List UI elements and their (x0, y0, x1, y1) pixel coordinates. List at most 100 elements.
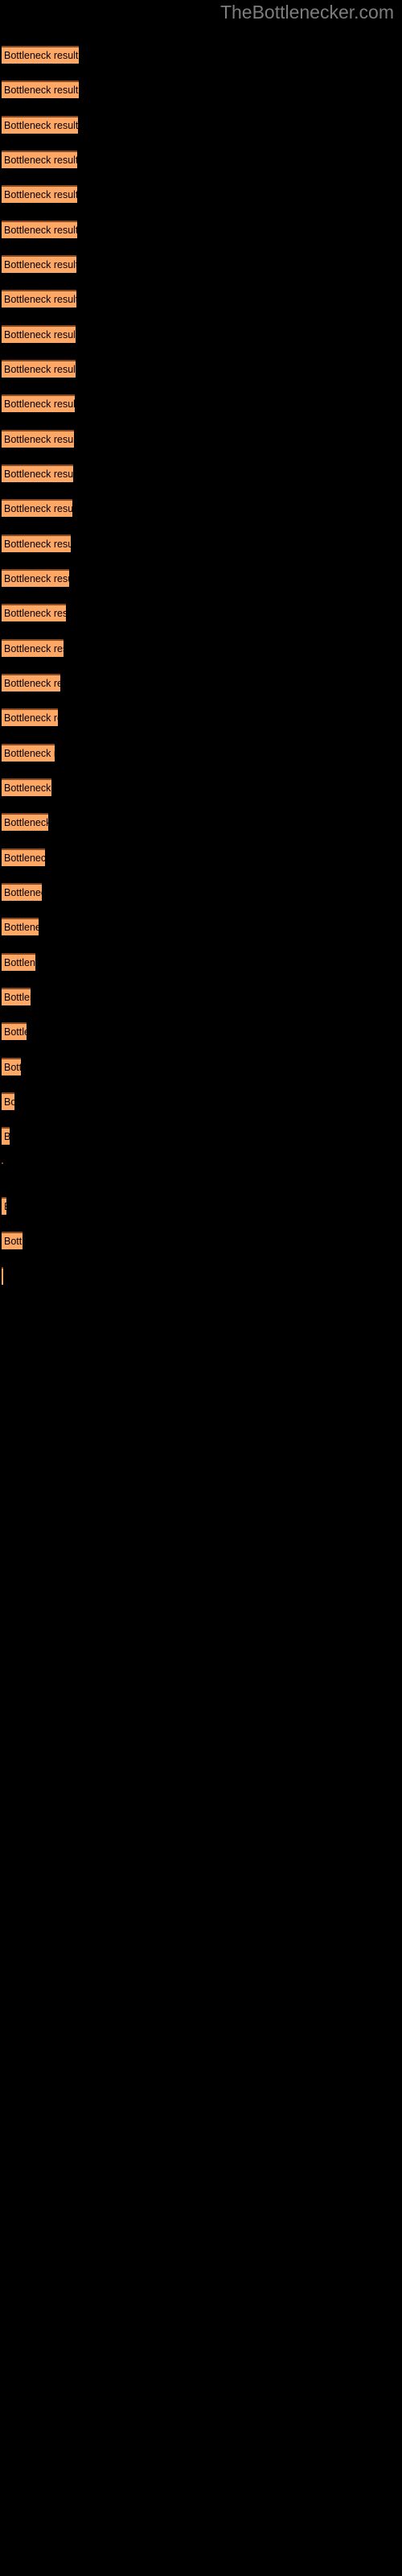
bar-label: Bottleneck result (4, 748, 55, 759)
bar-row: Bottleneck result (2, 883, 402, 901)
bar[interactable]: Bottleneck result (2, 883, 42, 901)
bar-label: Bottleneck result (4, 1236, 23, 1247)
bar-label: Bottleneck result (4, 1096, 14, 1108)
bar-label: Bottleneck result (4, 887, 42, 898)
bar[interactable]: Bottleneck result (2, 360, 76, 378)
bar[interactable]: Bottleneck result (2, 953, 35, 971)
bar[interactable]: Bottleneck result (2, 1092, 14, 1110)
bar-label: Bottleneck result (4, 992, 31, 1003)
bar-row: Bottleneck result (2, 80, 402, 98)
bar-row: Bottleneck result (2, 1267, 402, 1285)
bar[interactable]: Bottleneck result (2, 1197, 6, 1215)
bar-label: Bottleneck result (4, 469, 73, 480)
bar[interactable]: Bottleneck result (2, 674, 60, 691)
bar-label: Bottleneck result (4, 1062, 21, 1073)
bar[interactable]: Bottleneck result (2, 918, 39, 935)
bar-label: Bottleneck result (4, 817, 48, 828)
bar[interactable]: Bottleneck result (2, 499, 72, 517)
bar-row: Bottleneck result (2, 1232, 402, 1249)
bar-label: Bottleneck result (4, 503, 72, 514)
bar[interactable] (2, 1162, 3, 1164)
bar-label: Bottleneck result (4, 329, 76, 341)
bar-row: Bottleneck result (2, 255, 402, 273)
bar-row: Bottleneck result (2, 325, 402, 343)
bar-row: Bottleneck result (2, 535, 402, 552)
bar-row: Bottleneck result (2, 221, 402, 238)
bar-row: Bottleneck result (2, 116, 402, 134)
bar-label: Bottleneck result (4, 643, 64, 654)
bar-row: Bottleneck result (2, 46, 402, 64)
bar[interactable]: Bottleneck result (2, 290, 76, 308)
bar[interactable]: Bottleneck result (2, 325, 76, 343)
bar-label: Bottleneck result (4, 957, 35, 968)
bar-label: Bottleneck result (4, 259, 76, 270)
bar-row: Bottleneck result (2, 1058, 402, 1075)
bar-label: Bottleneck result (4, 1129, 10, 1145)
bar[interactable]: Bottleneck result (2, 708, 58, 726)
bar[interactable]: Bottleneck result (2, 778, 51, 796)
bar-row: Bottleneck result (2, 394, 402, 412)
bar[interactable]: Bottleneck result (2, 430, 74, 448)
bar-row: Bottleneck result (2, 464, 402, 482)
bar[interactable]: Bottleneck result (2, 604, 66, 621)
bar[interactable]: Bottleneck result (2, 1127, 10, 1145)
bar[interactable]: Bottleneck result (2, 221, 77, 238)
bar-row: Bottleneck result (2, 988, 402, 1005)
bar-row: Bottleneck result (2, 1197, 402, 1215)
bar-label: Bottleneck result (4, 922, 39, 933)
bar-row: Bottleneck result (2, 604, 402, 621)
bar[interactable]: Bottleneck result (2, 46, 79, 64)
bar-label: Bottleneck result (4, 678, 60, 689)
bar[interactable]: Bottleneck result (2, 1232, 23, 1249)
bar[interactable]: Bottleneck result (2, 639, 64, 657)
bar[interactable]: Bottleneck result (2, 394, 75, 412)
bar-label: Bottleneck result (4, 712, 58, 724)
bar[interactable]: Bottleneck result (2, 1058, 21, 1075)
bar-label: Bottleneck result (4, 364, 76, 375)
bar-row: Bottleneck result (2, 1022, 402, 1040)
bar-label: Bottleneck result (4, 120, 78, 131)
bar-label: Bottleneck result (4, 294, 76, 305)
bar[interactable]: Bottleneck result (2, 255, 76, 273)
bar[interactable]: Bottleneck result (2, 116, 78, 134)
bar-row: Bottleneck result (2, 569, 402, 587)
bar-row: Bottleneck result (2, 499, 402, 517)
bar-label: Bottleneck result (4, 852, 45, 864)
bar-label: Bottleneck result (4, 155, 77, 166)
bar[interactable]: Bottleneck result (2, 185, 77, 203)
bar-row: Bottleneck result (2, 674, 402, 691)
bar-label: Bottleneck result (4, 539, 71, 550)
bar-row: Bottleneck result (2, 778, 402, 796)
bar-row: Bottleneck result (2, 953, 402, 971)
bar-label: Bottleneck result (4, 608, 66, 619)
bar-row: Bottleneck result (2, 744, 402, 762)
bottleneck-chart-root: TheBottlenecker.com Bottleneck result Bot… (0, 0, 402, 2576)
bar-label: Bottleneck result (4, 85, 79, 96)
bar[interactable]: Bottleneck result (2, 464, 73, 482)
bar-row: Bottleneck result (2, 708, 402, 726)
bar-label: Bottleneck result (4, 1026, 27, 1038)
bar-row: Bottleneck result (2, 360, 402, 378)
bar-row: Bottleneck result (2, 1127, 402, 1145)
bar-row: Bottleneck result (2, 430, 402, 448)
bar-row: Bottleneck result (2, 918, 402, 935)
bar-label: Bottleneck result (4, 398, 75, 410)
bar-label: Bottleneck result (4, 189, 77, 200)
bar[interactable]: Bottleneck result (2, 1267, 3, 1285)
bar-label: Bottleneck result (4, 225, 77, 236)
bar-row: Bottleneck result (2, 185, 402, 203)
bar[interactable]: Bottleneck result (2, 813, 48, 831)
bar[interactable]: Bottleneck result (2, 569, 69, 587)
bar-row: Bottleneck result (2, 813, 402, 831)
bar[interactable]: Bottleneck result (2, 848, 45, 866)
bar-row: Bottleneck result (2, 848, 402, 866)
bar-label: Bottleneck result (4, 434, 74, 445)
bar[interactable]: Bottleneck result (2, 744, 55, 762)
bar[interactable]: Bottleneck result (2, 1022, 27, 1040)
bar[interactable]: Bottleneck result (2, 988, 31, 1005)
bar-row: Bottleneck result (2, 1092, 402, 1110)
bar[interactable]: Bottleneck result (2, 535, 71, 552)
bar[interactable]: Bottleneck result (2, 151, 77, 168)
bar[interactable]: Bottleneck result (2, 80, 79, 98)
bar-row (2, 1162, 402, 1180)
